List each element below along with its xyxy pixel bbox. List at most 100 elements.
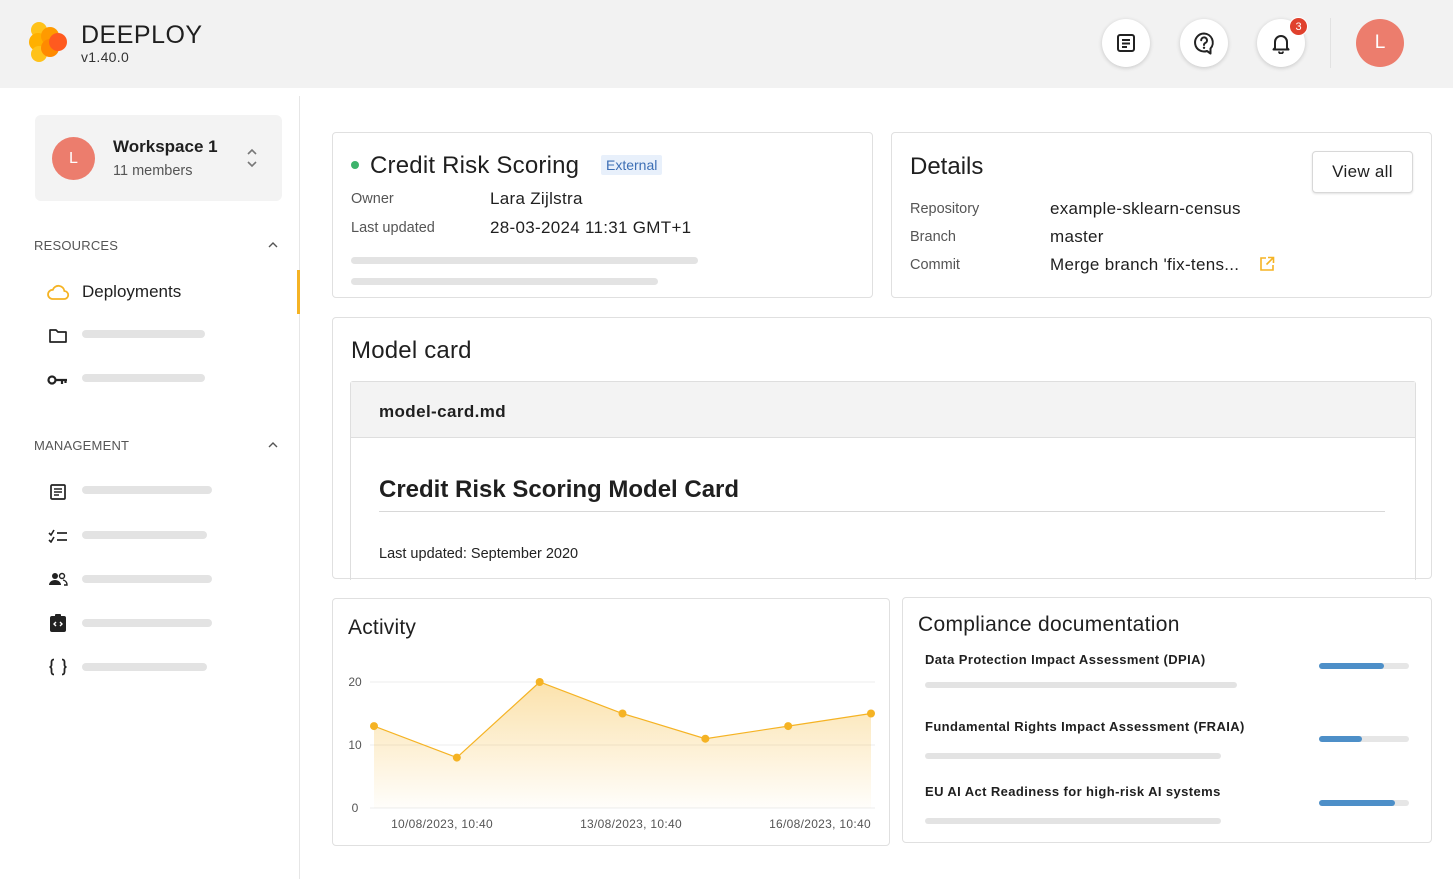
view-all-button[interactable]: View all — [1312, 151, 1413, 193]
sidebar-item-checklists[interactable] — [44, 521, 72, 551]
y-tick-label: 20 — [348, 675, 362, 689]
compliance-item-dpia[interactable]: Data Protection Impact Assessment (DPIA) — [925, 652, 1206, 667]
help-icon — [1194, 32, 1214, 55]
compliance-card: Compliance documentation Data Protection… — [902, 597, 1432, 843]
workspace-name: Workspace 1 — [113, 137, 218, 156]
compliance-item-eu-ai-act[interactable]: EU AI Act Readiness for high-risk AI sys… — [925, 784, 1221, 799]
repository-value: example-sklearn-census — [1050, 199, 1241, 218]
deployment-title: Credit Risk Scoring — [370, 152, 580, 179]
chevron-up-icon[interactable] — [268, 442, 278, 448]
workspace-avatar: L — [52, 137, 95, 180]
brand-name: DEEPLOY — [81, 21, 203, 49]
progress-bar-eu-ai-act — [1319, 800, 1409, 806]
cloud-icon — [44, 283, 72, 301]
owner-value: Lara Zijlstra — [490, 189, 583, 208]
model-card-section: Model card model-card.md Credit Risk Sco… — [332, 317, 1432, 580]
notification-count-badge: 3 — [1289, 17, 1308, 36]
braces-icon — [44, 658, 72, 676]
clipboard-code-icon — [44, 613, 72, 633]
details-title: Details — [910, 153, 984, 180]
placeholder-line — [351, 257, 698, 264]
placeholder-line — [925, 682, 1237, 688]
sidebar-item-keys[interactable] — [44, 365, 72, 395]
docs-button[interactable] — [1102, 19, 1150, 67]
sidebar-item-folders[interactable] — [44, 321, 72, 351]
deployment-summary-card: Credit Risk Scoring External Owner Lara … — [332, 132, 873, 298]
repository-label: Repository — [910, 201, 980, 217]
docs-icon — [1117, 34, 1135, 52]
sidebar-item-label: Deployments — [82, 282, 182, 301]
placeholder-label — [82, 575, 212, 583]
placeholder-line — [351, 278, 658, 285]
file-name: model-card.md — [379, 402, 507, 421]
resources-section-title: RESOURCES — [34, 238, 119, 253]
deployment-type-badge: External — [601, 155, 663, 175]
deeploy-logo[interactable] — [28, 20, 70, 64]
user-avatar[interactable]: L — [1356, 19, 1404, 67]
placeholder-label — [82, 531, 207, 539]
y-tick-label: 0 — [352, 801, 359, 815]
model-card-last-updated: Last updated: September 2020 — [379, 546, 579, 562]
commit-value: Merge branch 'fix-tens... — [1050, 255, 1240, 274]
progress-bar-dpia — [1319, 663, 1409, 669]
document-icon — [44, 483, 72, 501]
chart-point — [701, 734, 710, 743]
placeholder-label — [82, 374, 205, 382]
compliance-title: Compliance documentation — [918, 613, 1180, 636]
key-icon — [44, 374, 72, 386]
chevron-up-down-icon — [247, 148, 257, 168]
top-header: DEEPLOY v1.40.0 3 L — [0, 0, 1453, 88]
chart-point — [784, 722, 793, 731]
progress-fill — [1319, 800, 1395, 806]
placeholder-label — [82, 330, 205, 338]
placeholder-line — [925, 818, 1221, 824]
placeholder-line — [925, 753, 1221, 759]
model-card-title: Model card — [351, 337, 472, 364]
placeholder-label — [82, 663, 207, 671]
branch-value: master — [1050, 227, 1104, 246]
sidebar-item-documents[interactable] — [44, 477, 72, 507]
external-link-icon[interactable] — [1259, 256, 1275, 272]
chart-point — [867, 709, 875, 718]
header-divider — [1330, 18, 1331, 68]
branch-label: Branch — [910, 229, 956, 245]
sidebar-divider — [299, 96, 300, 879]
compliance-item-fraia[interactable]: Fundamental Rights Impact Assessment (FR… — [925, 719, 1245, 734]
chevron-up-icon[interactable] — [268, 242, 278, 248]
checklist-icon — [44, 529, 72, 543]
help-button[interactable] — [1180, 19, 1228, 67]
progress-fill — [1319, 736, 1363, 742]
last-updated-label: Last updated — [351, 220, 435, 236]
model-card-heading: Credit Risk Scoring Model Card — [379, 476, 740, 503]
sidebar-item-deployments[interactable]: Deployments — [44, 277, 181, 307]
file-header: model-card.md — [351, 382, 1415, 438]
management-section-title: MANAGEMENT — [34, 438, 130, 453]
x-tick-label: 13/08/2023, 10:40 — [580, 817, 682, 831]
sidebar-item-people[interactable] — [44, 564, 72, 594]
commit-label: Commit — [910, 257, 960, 273]
model-card-file-viewer[interactable]: model-card.md Credit Risk Scoring Model … — [350, 381, 1416, 580]
workspace-switcher[interactable]: L Workspace 1 11 members — [35, 115, 282, 201]
progress-bar-fraia — [1319, 736, 1409, 742]
sidebar-item-code[interactable] — [44, 652, 72, 682]
heading-divider — [379, 511, 1385, 512]
x-tick-label: 10/08/2023, 10:40 — [391, 817, 493, 831]
chart-point — [452, 753, 461, 762]
chart-point — [535, 678, 544, 686]
owner-label: Owner — [351, 191, 394, 207]
bell-icon — [1272, 35, 1290, 54]
details-card: Details View all Repository example-skle… — [891, 132, 1432, 298]
chart-point — [370, 722, 378, 731]
sidebar-item-clipboard[interactable] — [44, 608, 72, 638]
workspace-members: 11 members — [113, 163, 193, 179]
last-updated-value: 28-03-2024 11:31 GMT+1 — [490, 218, 692, 237]
activity-chart: 0 10 20 10/08/2023, 10:40 13/08/2023, 10:40 1… — [348, 675, 875, 831]
activity-card: Activity 0 10 20 10/08/2023, 10:40 13/08/202… — [332, 598, 890, 846]
people-icon — [44, 571, 72, 587]
status-indicator — [351, 161, 359, 169]
progress-fill — [1319, 663, 1384, 669]
placeholder-label — [82, 619, 212, 627]
chart-point — [618, 709, 627, 718]
app-version: v1.40.0 — [81, 49, 130, 65]
x-tick-label: 16/08/2023, 10:40 — [769, 817, 871, 831]
